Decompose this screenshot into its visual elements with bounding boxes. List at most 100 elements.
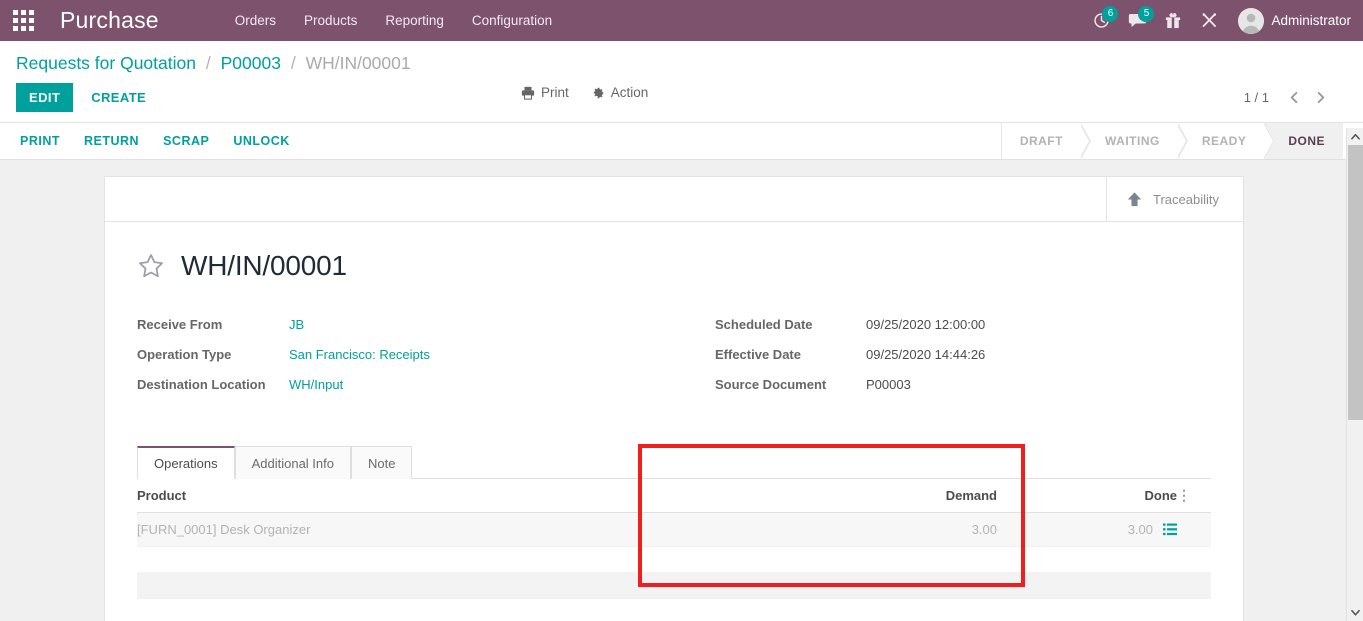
breadcrumb-separator: / xyxy=(290,53,296,73)
table-row[interactable]: [FURN_0001] Desk Organizer 3.00 3.00 xyxy=(137,512,1211,547)
pager: 1 / 1 xyxy=(1244,86,1331,108)
field-label: Destination Location xyxy=(137,377,266,392)
unlock-button[interactable]: UNLOCK xyxy=(221,127,301,155)
create-button[interactable]: CREATE xyxy=(79,83,158,112)
field-destination-location: Destination Location WH/Input xyxy=(137,376,674,393)
scroll-up-button[interactable] xyxy=(1347,128,1363,145)
notebook-tabs: Operations Additional Info Note xyxy=(137,446,1211,479)
pager-count: 1 / 1 xyxy=(1243,89,1269,105)
table-empty-row xyxy=(137,572,1211,599)
breadcrumb-item-p00003[interactable]: P00003 xyxy=(221,53,281,73)
edit-button[interactable]: EDIT xyxy=(16,83,74,112)
print-menu-button[interactable]: Print xyxy=(521,85,569,100)
messages-menu-button[interactable]: 5 xyxy=(1120,0,1155,41)
star-outline-icon[interactable] xyxy=(137,252,165,280)
gift-menu-button[interactable] xyxy=(1156,0,1190,41)
apps-grid-icon xyxy=(12,10,34,31)
cell-demand: 3.00 xyxy=(777,512,997,547)
status-pipeline: DRAFT WAITING READY DONE xyxy=(1000,123,1343,159)
menu-item-orders[interactable]: Orders xyxy=(221,2,290,39)
app-brand-title[interactable]: Purchase xyxy=(46,7,169,34)
tab-additional-info[interactable]: Additional Info xyxy=(234,446,351,479)
field-source-document: Source Document P00003 xyxy=(715,376,1211,393)
field-value-effective-date: 09/25/2020 14:44:26 xyxy=(866,347,986,362)
user-menu-button[interactable]: Administrator xyxy=(1228,7,1351,34)
print-label: Print xyxy=(541,85,569,100)
breadcrumb-item-current: WH/IN/00001 xyxy=(305,53,411,73)
table-header-row: Product Demand Done ⋮ xyxy=(137,479,1211,513)
arrow-up-icon xyxy=(1127,191,1142,206)
stage-done[interactable]: DONE xyxy=(1264,123,1343,159)
breadcrumb: Requests for Quotation / P00003 / WH/IN/… xyxy=(16,41,1347,77)
tab-note[interactable]: Note xyxy=(351,446,413,479)
print-button[interactable]: PRINT xyxy=(16,127,72,155)
stage-waiting[interactable]: WAITING xyxy=(1080,123,1188,159)
user-avatar-icon xyxy=(1238,7,1265,34)
stage-ready[interactable]: READY xyxy=(1177,123,1274,159)
field-label: Receive From xyxy=(137,317,223,332)
username-label: Administrator xyxy=(1271,13,1351,28)
field-value-partner[interactable]: JB xyxy=(289,316,304,333)
stat-button-box: Traceability xyxy=(105,177,1243,222)
field-receive-from: Receive From JB xyxy=(137,316,674,333)
field-label: Operation Type xyxy=(137,347,232,362)
statusbar-buttons: PRINT RETURN SCRAP UNLOCK xyxy=(0,123,302,159)
caret-down-icon xyxy=(1351,609,1360,616)
column-header-done[interactable]: Done xyxy=(997,479,1177,513)
form-view-container: Traceability WH/IN/00001 Receive From JB… xyxy=(0,165,1363,621)
printer-icon xyxy=(521,86,535,100)
tools-menu-button[interactable] xyxy=(1192,0,1226,41)
chevron-left-icon xyxy=(1290,91,1297,103)
operations-table: Product Demand Done ⋮ [FURN_0001] Desk O… xyxy=(137,479,1211,621)
field-value-picking-type[interactable]: San Francisco: Receipts xyxy=(289,346,430,363)
action-menu-button[interactable]: Action xyxy=(591,85,649,100)
menu-item-configuration[interactable]: Configuration xyxy=(458,2,566,39)
gear-icon xyxy=(593,87,604,98)
table-empty-row xyxy=(137,598,1211,621)
list-detail-icon[interactable] xyxy=(1163,523,1177,536)
messages-badge: 5 xyxy=(1138,6,1155,22)
field-value-dest-location[interactable]: WH/Input xyxy=(289,376,343,393)
return-button[interactable]: RETURN xyxy=(72,127,151,155)
tools-icon xyxy=(1202,13,1216,27)
scroll-down-button[interactable] xyxy=(1347,604,1363,621)
control-panel: Requests for Quotation / P00003 / WH/IN/… xyxy=(0,41,1363,123)
scrap-button[interactable]: SCRAP xyxy=(151,127,221,155)
field-group-left: Receive From JB Operation Type San Franc… xyxy=(137,316,674,406)
form-field-groups: Receive From JB Operation Type San Franc… xyxy=(137,316,1211,406)
tab-operations[interactable]: Operations xyxy=(137,446,235,479)
vertical-scrollbar[interactable] xyxy=(1346,128,1363,621)
field-label: Source Document xyxy=(715,377,827,392)
sheet-body: WH/IN/00001 Receive From JB Operation Ty… xyxy=(105,222,1243,621)
avatar xyxy=(1238,7,1265,34)
chevron-right-icon xyxy=(1317,91,1324,103)
table-body: [FURN_0001] Desk Organizer 3.00 3.00 xyxy=(137,512,1211,621)
optional-columns-button[interactable]: ⋮ xyxy=(1177,479,1211,513)
menu-item-reporting[interactable]: Reporting xyxy=(371,2,458,39)
pager-next-button[interactable] xyxy=(1309,86,1331,108)
control-panel-tools: Print Action xyxy=(521,85,648,100)
action-label: Action xyxy=(610,85,649,100)
pager-previous-button[interactable] xyxy=(1283,86,1305,108)
table-empty-row xyxy=(137,546,1211,573)
breadcrumb-item-rfq[interactable]: Requests for Quotation xyxy=(16,53,196,73)
field-label: Scheduled Date xyxy=(715,317,813,332)
control-panel-actions: EDIT CREATE Print Action 1 / 1 xyxy=(16,77,1347,122)
column-header-demand[interactable]: Demand xyxy=(777,479,997,513)
gift-icon xyxy=(1166,12,1181,29)
field-scheduled-date: Scheduled Date 09/25/2020 12:00:00 xyxy=(715,316,1211,333)
cell-product: [FURN_0001] Desk Organizer xyxy=(137,512,777,547)
traceability-label: Traceability xyxy=(1153,191,1219,207)
vertical-dots-icon: ⋮ xyxy=(1177,487,1191,503)
field-label: Effective Date xyxy=(715,347,801,362)
column-header-product[interactable]: Product xyxy=(137,479,777,513)
stage-draft[interactable]: DRAFT xyxy=(1001,123,1092,159)
traceability-stat-button[interactable]: Traceability xyxy=(1106,177,1243,221)
apps-menu-button[interactable] xyxy=(0,0,46,41)
activities-menu-button[interactable]: 6 xyxy=(1084,0,1119,41)
scrollbar-thumb[interactable] xyxy=(1348,145,1363,420)
breadcrumb-separator: / xyxy=(205,53,211,73)
top-navbar: Purchase Orders Products Reporting Confi… xyxy=(0,0,1363,41)
field-effective-date: Effective Date 09/25/2020 14:44:26 xyxy=(715,346,1211,363)
menu-item-products[interactable]: Products xyxy=(290,2,371,39)
